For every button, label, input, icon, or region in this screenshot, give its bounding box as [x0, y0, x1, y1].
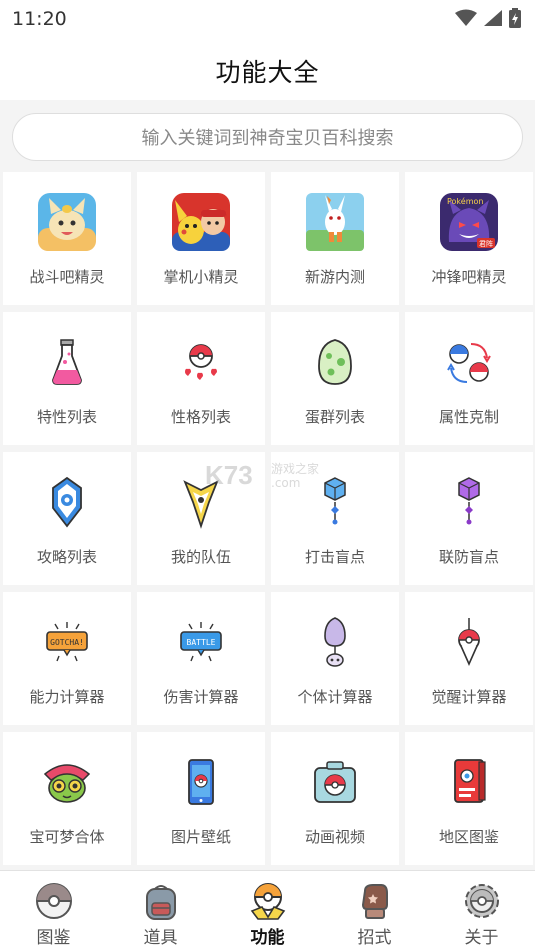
tile-label: 掌机小精灵	[163, 268, 239, 286]
tile-nature-list[interactable]: 性格列表	[137, 312, 265, 445]
tile-label: 攻略列表	[36, 548, 97, 566]
tile-label: 冲锋吧精灵	[431, 268, 507, 286]
bottom-tab-bar: 图鉴 道具 功能 招式 关于	[0, 870, 535, 951]
tile-wallpapers[interactable]: 图片壁纸	[137, 732, 265, 865]
watermark: K73 游戏之家 .com	[205, 458, 335, 498]
status-bar: 11:20	[0, 0, 535, 36]
tile-guide-list[interactable]: 攻略列表	[3, 452, 131, 585]
pokedex-book-icon	[454, 759, 486, 803]
egg-icon	[318, 339, 352, 385]
tile-label: 新游内测	[304, 268, 365, 286]
tile-type-matchup[interactable]: 属性克制	[405, 312, 533, 445]
tile-stat-calculator[interactable]: GOTCHA! 能力计算器	[3, 592, 131, 725]
tile-label: 战斗吧精灵	[29, 268, 105, 286]
gengar-app-icon: Pokémon 君阵	[440, 193, 498, 251]
pikachu-ash-app-icon	[172, 193, 230, 251]
fusion-face-icon	[43, 764, 91, 803]
tile-label: 地区图鉴	[438, 828, 499, 846]
tile-handheld-spirit[interactable]: 掌机小精灵	[137, 172, 265, 305]
tab-label: 图鉴	[36, 928, 71, 948]
watermark-subtitle: 游戏之家	[271, 462, 320, 476]
tile-ability-list[interactable]: 特性列表	[3, 312, 131, 445]
tile-charge-spirit[interactable]: Pokémon 君阵 冲锋吧精灵	[405, 172, 533, 305]
tab-moves[interactable]: 招式	[321, 871, 428, 951]
tab-features[interactable]: 功能	[214, 871, 321, 951]
tile-label: 联防盲点	[438, 548, 499, 566]
svg-text:GOTCHA!: GOTCHA!	[50, 638, 84, 647]
tab-label: 招式	[357, 928, 392, 948]
wifi-icon	[455, 9, 477, 26]
svg-text:BATTLE: BATTLE	[187, 638, 216, 647]
boxing-glove-icon	[361, 884, 388, 919]
battery-icon	[509, 8, 521, 28]
search-input[interactable]: 输入关键词到神奇宝贝百科搜索	[12, 113, 523, 161]
tile-regional-pokedex[interactable]: 地区图鉴	[405, 732, 533, 865]
pokeball-hearts-icon	[185, 344, 217, 380]
watermark-domain: .com	[271, 476, 301, 490]
watermark-logo: K73	[205, 460, 253, 490]
header: 功能大全	[0, 36, 535, 100]
pokeball-pin-icon	[458, 618, 480, 666]
tile-label: 属性克制	[438, 408, 499, 426]
signal-icon	[484, 10, 502, 26]
backpack-icon	[146, 885, 176, 920]
tile-label: 动画视频	[304, 828, 365, 846]
tile-new-game-beta[interactable]: 新游内测	[271, 172, 399, 305]
tile-label: 我的队伍	[170, 548, 231, 566]
tile-anime-videos[interactable]: 动画视频	[271, 732, 399, 865]
svg-text:Pokémon: Pokémon	[447, 196, 483, 206]
tab-about[interactable]: 关于	[428, 871, 535, 951]
tab-pokedex[interactable]: 图鉴	[0, 871, 107, 951]
tile-label: 特性列表	[36, 408, 97, 426]
tile-iv-calculator[interactable]: 个体计算器	[271, 592, 399, 725]
tab-items[interactable]: 道具	[107, 871, 214, 951]
tab-label: 道具	[143, 928, 178, 948]
tile-label: 性格列表	[170, 408, 231, 426]
gear-pokeball-icon	[465, 884, 499, 918]
tile-damage-calculator[interactable]: BATTLE 伤害计算器	[137, 592, 265, 725]
tile-label: 伤害计算器	[163, 688, 239, 706]
camera-pokeball-icon	[314, 761, 356, 803]
tile-label: 打击盲点	[304, 548, 365, 566]
svg-text:君阵: 君阵	[479, 239, 493, 248]
tile-awaken-calculator[interactable]: 觉醒计算器	[405, 592, 533, 725]
tile-label: 蛋群列表	[304, 408, 365, 426]
potion-flask-icon	[52, 339, 82, 385]
badge-shield-icon	[52, 476, 82, 528]
iv-egg-icon	[324, 617, 346, 667]
scorbunny-app-icon	[306, 193, 364, 251]
tile-label: 图片壁纸	[170, 828, 231, 846]
tile-defense-blindspot[interactable]: 联防盲点	[405, 452, 533, 585]
tile-battle-spirit[interactable]: 战斗吧精灵	[3, 172, 131, 305]
pokeball-icon	[36, 883, 72, 919]
phone-wallpaper-icon	[188, 759, 214, 805]
tile-label: 能力计算器	[29, 688, 105, 706]
pokeball-wings-icon	[250, 883, 286, 920]
tile-label: 个体计算器	[297, 688, 373, 706]
type-cycle-icon	[447, 343, 491, 383]
tile-label: 宝可梦合体	[29, 828, 105, 846]
battle-sign-icon: BATTLE	[180, 622, 222, 662]
purple-cube-icon	[458, 477, 480, 525]
tile-egg-group-list[interactable]: 蛋群列表	[271, 312, 399, 445]
search-placeholder: 输入关键词到神奇宝贝百科搜索	[141, 128, 394, 149]
page-title: 功能大全	[215, 58, 320, 87]
search-area: 输入关键词到神奇宝贝百科搜索	[0, 100, 535, 170]
status-time: 11:20	[12, 8, 67, 30]
tile-pokemon-fusion[interactable]: 宝可梦合体	[3, 732, 131, 865]
tab-label: 功能	[250, 928, 285, 948]
meowth-app-icon	[38, 193, 96, 251]
tab-label: 关于	[464, 928, 499, 948]
gotcha-sign-icon: GOTCHA!	[46, 622, 88, 662]
tile-label: 觉醒计算器	[431, 688, 507, 706]
status-icons	[455, 6, 521, 30]
